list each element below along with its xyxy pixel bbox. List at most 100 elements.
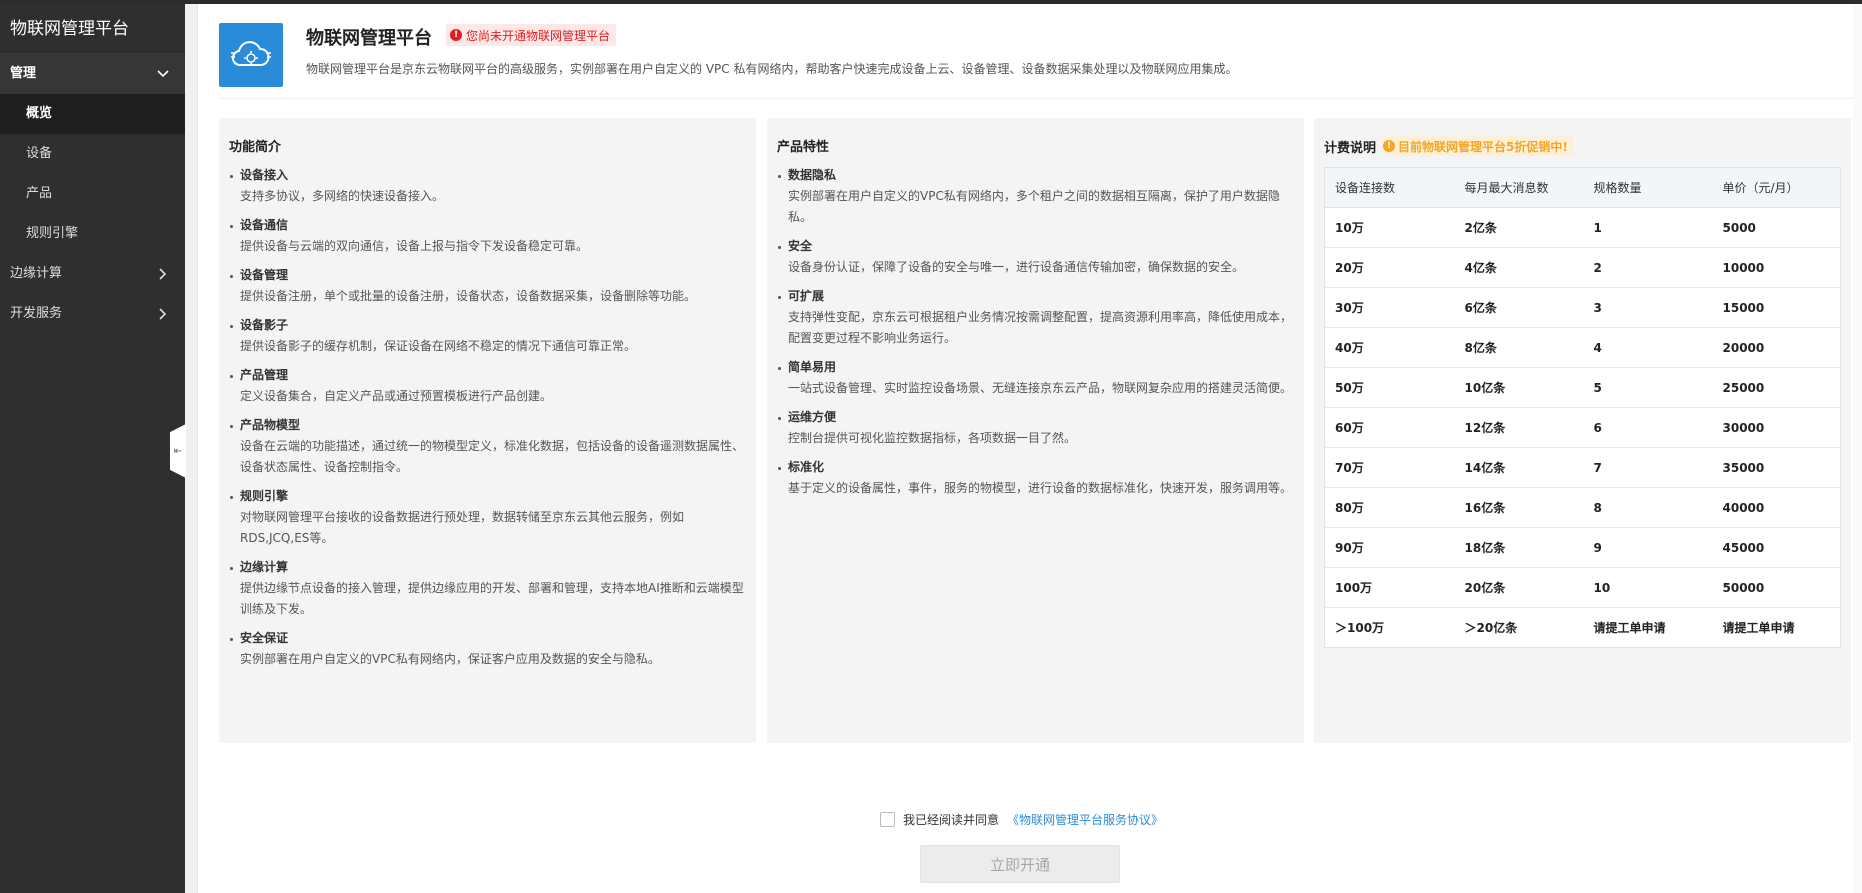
feature-desc: 提供设备影子的缓存机制，保证设备在网络不稳定的情况下通信可靠正常。 [240,339,637,353]
agreement-link[interactable]: 《物联网管理平台服务协议》 [1007,811,1163,828]
feature-title: 简单易用 [777,357,1294,378]
list-item: 规则引擎 对物联网管理平台接收的设备数据进行预处理，数据转储至京东云其他云服务，… [229,486,746,549]
table-cell: 4亿条 [1454,247,1584,288]
table-cell: ＞100万 [1335,621,1385,635]
table-cell: 25000 [1712,367,1841,408]
table-cell: 6 [1583,407,1713,448]
table-cell: 3 [1583,287,1713,328]
feature-desc: 提供设备与云端的双向通信，设备上报与指令下发设备稳定可靠。 [240,239,589,253]
sidebar-item-dev-services[interactable]: 开发服务 [0,294,185,334]
collapse-sidebar-icon[interactable]: ⇤ [170,424,186,478]
list-item: 设备影子 提供设备影子的缓存机制，保证设备在网络不稳定的情况下通信可靠正常。 [229,315,746,357]
table-row: 70万 14亿条 7 35000 [1324,447,1841,488]
table-cell: 18亿条 [1454,527,1584,568]
feature-title: 产品物模型 [229,415,746,436]
feature-title: 边缘计算 [229,557,746,578]
agree-text: 我已经阅读并同意 [903,813,1000,827]
agreement-row: 我已经阅读并同意 《物联网管理平台服务协议》 [880,811,1163,828]
table-cell: 45000 [1712,527,1841,568]
table-cell: 15000 [1712,287,1841,328]
feature-title: 安全 [777,236,1294,257]
feature-desc: 实例部署在用户自定义的VPC私有网络内，保证客户应用及数据的安全与隐私。 [240,652,660,666]
scrollbar[interactable] [1853,4,1862,893]
table-row: 50万 10亿条 5 25000 [1324,367,1841,408]
table-cell: 70万 [1324,447,1455,488]
activate-button[interactable]: 立即开通 [920,845,1120,883]
table-cell: 9 [1583,527,1713,568]
feature-title: 可扩展 [777,286,1294,307]
list-item: 运维方便 控制台提供可视化监控数据指标，各项数据一目了然。 [777,407,1294,449]
table-cell: 20万 [1324,247,1455,288]
feature-desc: 定义设备集合，自定义产品或通过预置模板进行产品创建。 [240,389,553,403]
table-cell: 1 [1583,207,1713,248]
pricing-title-row: 计费说明 ! 目前物联网管理平台5折促销中! [1324,136,1574,156]
table-cell: 40万 [1324,327,1455,368]
features-title: 产品特性 [777,140,830,155]
table-cell: ＞20亿条 [1464,621,1518,635]
table-row: 80万 16亿条 8 40000 [1324,487,1841,528]
table-header-row: 设备连接数 每月最大消息数 规格数量 单价（元/月） [1324,167,1841,208]
page-title: 物联网管理平台 [306,28,432,49]
feature-desc: 支持多协议，多网络的快速设备接入。 [240,189,445,203]
table-row: 30万 6亿条 3 15000 [1324,287,1841,328]
table-cell: 5000 [1712,207,1841,248]
column-header: 每月最大消息数 [1454,167,1584,208]
pricing-panel: 计费说明 ! 目前物联网管理平台5折促销中! 设备连接数 每月最大消息数 规格数… [1314,118,1851,743]
features-panel: 产品特性 数据隐私 实例部署在用户自定义的VPC私有网络内，多个租户之间的数据相… [767,118,1304,743]
sidebar-group-manage[interactable]: 管理 [0,54,185,94]
intro-title: 功能简介 [229,140,282,155]
feature-desc: 设备在云端的功能描述，通过统一的物模型定义，标准化数据，包括设备的设备遥测数据属… [240,439,745,474]
pricing-title: 计费说明 [1324,140,1377,156]
table-cell: 请提工单申请 [1593,621,1666,635]
table-cell: 8亿条 [1454,327,1584,368]
table-cell: 80万 [1324,487,1455,528]
list-item: 设备接入 支持多协议，多网络的快速设备接入。 [229,165,746,207]
alert-icon: ! [450,29,462,41]
sidebar-item-products[interactable]: 产品 [0,174,185,214]
sidebar-item-overview[interactable]: 概览 [0,94,185,134]
table-cell: 20亿条 [1454,567,1584,608]
table-cell: 2亿条 [1454,207,1584,248]
table-cell: 30000 [1712,407,1841,448]
list-item: 产品物模型 设备在云端的功能描述，通过统一的物模型定义，标准化数据，包括设备的设… [229,415,746,478]
feature-desc: 一站式设备管理、实时监控设备场景、无缝连接京东云产品，物联网复杂应用的搭建灵活简… [788,381,1293,395]
table-row: 90万 18亿条 9 45000 [1324,527,1841,568]
table-cell: 4 [1583,327,1713,368]
promo-text: 目前物联网管理平台5折促销中! [1398,139,1568,154]
table-cell: 6亿条 [1454,287,1584,328]
feature-title: 数据隐私 [777,165,1294,186]
list-item: 标准化 基于定义的设备属性，事件，服务的物模型，进行设备的数据标准化，快速开发，… [777,457,1294,499]
sidebar-item-edge-computing[interactable]: 边缘计算 [0,254,185,294]
top-border [0,0,1862,4]
table-cell: 40000 [1712,487,1841,528]
feature-desc: 设备身份认证，保障了设备的安全与唯一，进行设备通信传输加密，确保数据的安全。 [788,260,1245,274]
sidebar-item-devices[interactable]: 设备 [0,134,185,174]
intro-panel: 功能简介 设备接入 支持多协议，多网络的快速设备接入。 设备通信 提供设备与云端… [219,118,756,743]
table-row: ＞100万 ＞20亿条 请提工单申请 请提工单申请 [1325,608,1841,648]
promo-badge: ! 目前物联网管理平台5折促销中! [1381,136,1574,156]
chevron-down-icon [155,54,171,94]
sidebar: 物联网管理平台 管理 概览 设备 产品 规则引擎 边缘计算 开发服务 [0,4,185,893]
column-header: 规格数量 [1583,167,1713,208]
feature-desc: 提供边缘节点设备的接入管理，提供边缘应用的开发、部署和管理，支持本地AI推断和云… [240,581,744,616]
page-description: 物联网管理平台是京东云物联网平台的高级服务，实例部署在用户自定义的 VPC 私有… [306,62,1238,76]
list-item: 设备管理 提供设备注册，单个或批量的设备注册，设备状态，设备数据采集，设备删除等… [229,265,746,307]
feature-title: 产品管理 [229,365,746,386]
table-cell: 20000 [1712,327,1841,368]
table-cell: 2 [1583,247,1713,288]
feature-title: 运维方便 [777,407,1294,428]
table-cell: 请提工单申请 [1722,621,1795,635]
table-cell: 30万 [1324,287,1455,328]
table-cell: 50万 [1324,367,1455,408]
table-cell: 35000 [1712,447,1841,488]
list-item: 产品管理 定义设备集合，自定义产品或通过预置模板进行产品创建。 [229,365,746,407]
table-row: 10万 2亿条 1 5000 [1324,207,1841,248]
table-cell: 50000 [1712,567,1841,608]
list-item: 安全 设备身份认证，保障了设备的安全与唯一，进行设备通信传输加密，确保数据的安全… [777,236,1294,278]
feature-desc: 提供设备注册，单个或批量的设备注册，设备状态，设备数据采集，设备删除等功能。 [240,289,697,303]
agree-checkbox[interactable] [880,812,895,827]
table-row: 60万 12亿条 6 30000 [1324,407,1841,448]
table-cell: 10000 [1712,247,1841,288]
table-cell: 60万 [1324,407,1455,448]
sidebar-item-rules-engine[interactable]: 规则引擎 [0,214,185,254]
